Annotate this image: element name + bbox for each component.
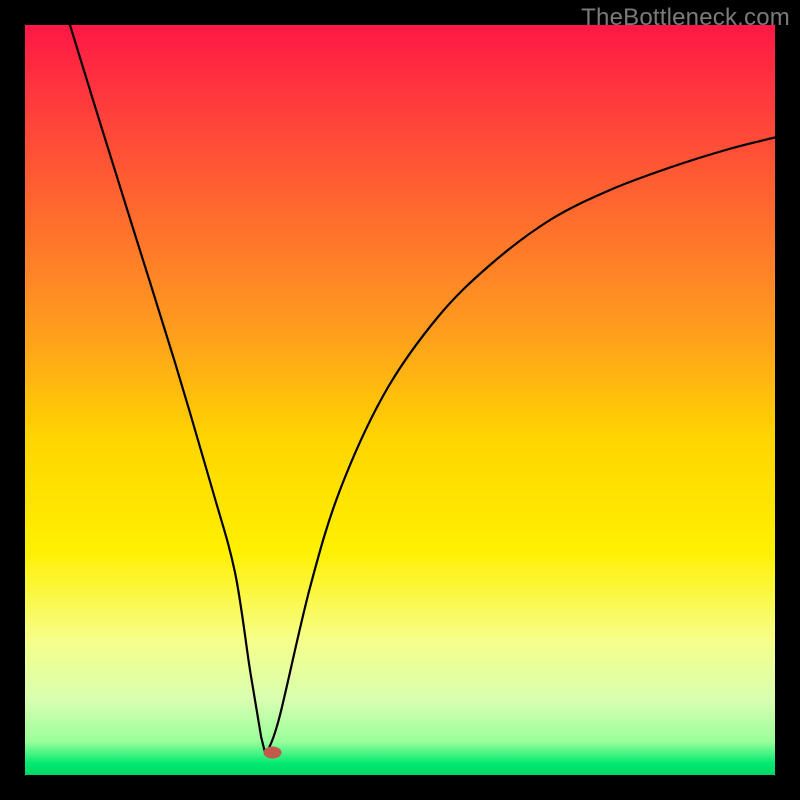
- chart-frame: [25, 25, 775, 775]
- bottleneck-chart: [25, 25, 775, 775]
- optimal-point-marker: [264, 747, 282, 759]
- watermark-text: TheBottleneck.com: [581, 4, 790, 32]
- gradient-background: [25, 25, 775, 775]
